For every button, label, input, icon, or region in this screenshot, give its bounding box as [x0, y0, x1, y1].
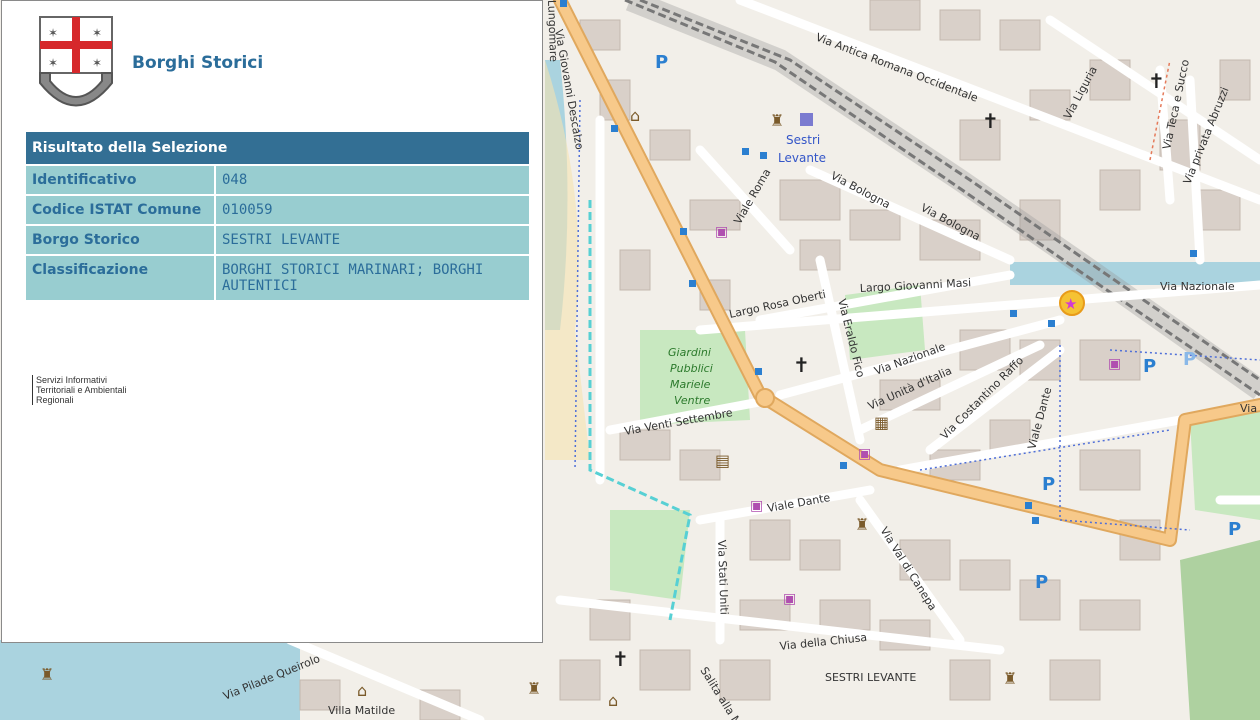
- field-key: Codice ISTAT Comune: [26, 194, 216, 225]
- result-table: Risultato della Selezione Identificativo…: [26, 132, 529, 300]
- church-icon: ✝: [612, 647, 629, 671]
- street-label: Via: [1240, 402, 1257, 415]
- shop-icon: ▣: [715, 224, 728, 240]
- parking-icon: P: [655, 52, 668, 73]
- park-label: Mariele: [670, 378, 711, 391]
- result-table-header: Risultato della Selezione: [26, 132, 529, 165]
- street-label: Via Stati Uniti: [715, 540, 731, 615]
- shop-icon: ▣: [1108, 356, 1121, 372]
- street-label: Via Nazionale: [1160, 280, 1235, 293]
- parking-icon: P: [1042, 474, 1055, 495]
- monument-icon: ♜: [40, 665, 54, 684]
- shop-icon: ▣: [858, 446, 871, 462]
- credit-line: Regionali: [36, 395, 74, 405]
- church-icon: ✝: [793, 353, 810, 377]
- shop-icon: ▣: [750, 498, 763, 514]
- museum-icon: ⌂: [630, 106, 640, 125]
- credit-logo: Servizi Informativi Territoriali e Ambie…: [32, 375, 127, 405]
- table-row: Borgo Storico SESTRI LEVANTE: [26, 224, 529, 255]
- church-icon: ✝: [982, 109, 999, 133]
- field-key: Identificativo: [26, 164, 216, 195]
- town-label: SESTRI LEVANTE: [825, 671, 916, 684]
- station-label: Levante: [778, 151, 826, 165]
- parking-icon: P: [1143, 356, 1156, 377]
- field-value: BORGHI STORICI MARINARI; BORGHI AUTENTIC…: [215, 254, 529, 300]
- shop-icon: ▣: [783, 591, 796, 607]
- star-icon: ★: [1064, 295, 1077, 313]
- villa-label: Villa Matilde: [328, 704, 395, 717]
- credit-line: Territoriali e Ambientali: [36, 385, 127, 395]
- credit-line: Servizi Informativi: [36, 375, 108, 385]
- town-hall-icon: ⌂: [608, 691, 618, 710]
- field-value: SESTRI LEVANTE: [215, 224, 529, 255]
- parking-icon: P: [1183, 349, 1196, 370]
- svg-text:✶: ✶: [92, 26, 102, 40]
- park-label: Giardini: [668, 346, 711, 359]
- svg-text:✶: ✶: [48, 26, 58, 40]
- selected-borgo-marker[interactable]: ★: [1059, 290, 1085, 316]
- monument-icon: ♜: [1003, 669, 1017, 688]
- monument-icon: ♜: [527, 679, 541, 698]
- park-label: Ventre: [674, 394, 710, 407]
- svg-text:✶: ✶: [48, 56, 58, 70]
- field-value: 048: [215, 164, 529, 195]
- app-title: Borghi Storici: [132, 53, 264, 73]
- church-icon: ✝: [1148, 69, 1165, 93]
- museum-icon: ⌂: [357, 681, 367, 700]
- table-row: Identificativo 048: [26, 164, 529, 195]
- table-row: Classificazione BORGHI STORICI MARINARI;…: [26, 254, 529, 300]
- station-label: Sestri: [786, 133, 820, 147]
- liguria-crest-icon: ✶ ✶ ✶ ✶: [39, 16, 113, 107]
- field-value: 010059: [215, 194, 529, 225]
- svg-text:✶: ✶: [92, 56, 102, 70]
- monument-icon: ♜: [770, 111, 784, 130]
- cinema-icon: ▦: [874, 413, 889, 432]
- parking-icon: P: [1228, 519, 1241, 540]
- info-panel: ✶ ✶ ✶ ✶ Borghi Storici Risultato della S…: [1, 0, 543, 643]
- station-icon: [800, 113, 813, 126]
- street-label: Lungomare: [545, 0, 560, 62]
- park-area-south: [610, 510, 690, 600]
- parking-icon: P: [1035, 572, 1048, 593]
- library-icon: ▤: [715, 451, 730, 470]
- monument-icon: ♜: [855, 515, 869, 534]
- field-key: Borgo Storico: [26, 224, 216, 255]
- park-label: Pubblici: [670, 362, 713, 375]
- field-key: Classificazione: [26, 254, 216, 300]
- table-row: Codice ISTAT Comune 010059: [26, 194, 529, 225]
- panel-header: ✶ ✶ ✶ ✶ Borghi Storici: [36, 13, 263, 113]
- wood-area: [1180, 540, 1260, 720]
